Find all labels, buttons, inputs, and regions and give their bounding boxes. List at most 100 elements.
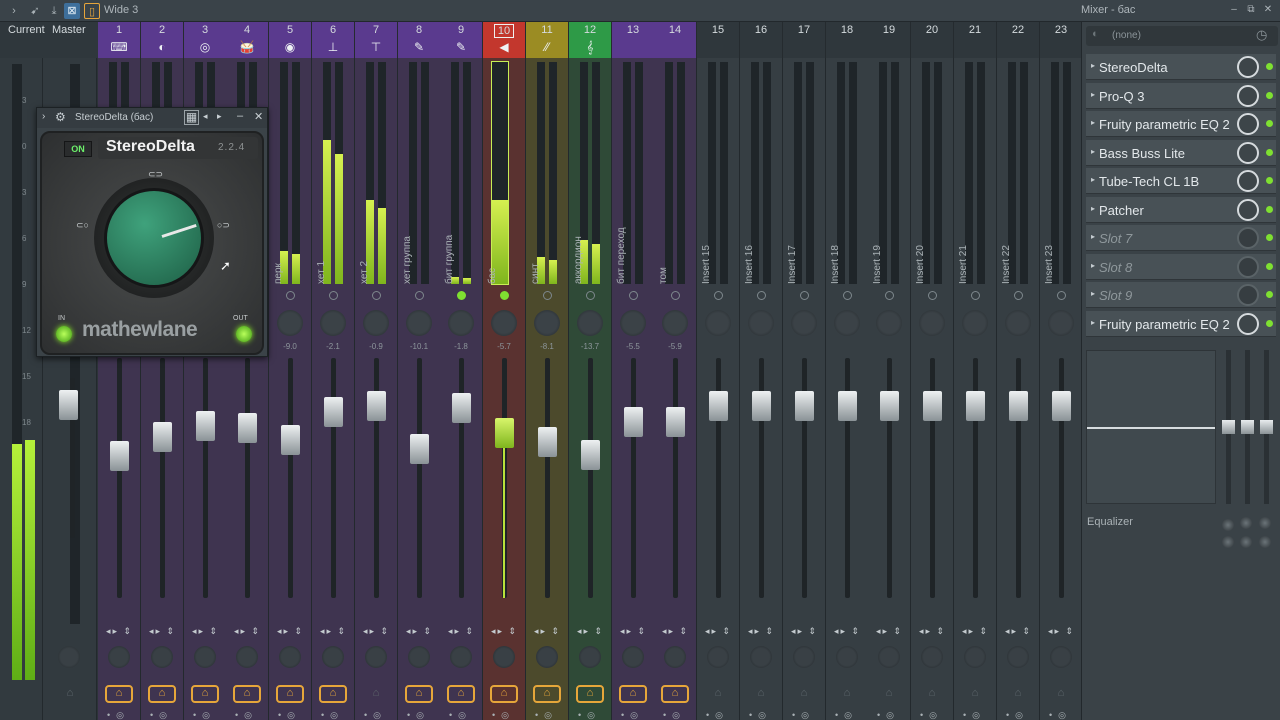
pan-knob[interactable] xyxy=(834,310,860,336)
route-to-master-button[interactable]: ⌂ xyxy=(319,685,347,703)
volume-fader[interactable] xyxy=(495,418,514,448)
swap-channels-icon[interactable]: ◂▸ ⇕ xyxy=(919,626,946,637)
pan-knob[interactable] xyxy=(448,310,474,336)
stereo-separation-knob[interactable] xyxy=(878,646,900,668)
swap-channels-icon[interactable]: ◂▸ ⇕ xyxy=(1048,626,1075,637)
stereo-separation-knob[interactable] xyxy=(493,646,515,668)
mixer-strip-21[interactable]: Insert 21 ◂▸ ⇕ ⌂ •◎ xyxy=(954,58,997,720)
close-icon[interactable]: ✕ xyxy=(254,110,263,123)
record-arm-icon[interactable] xyxy=(971,291,980,300)
mixer-strip-15[interactable]: Insert 15 ◂▸ ⇕ ⌂ •◎ xyxy=(697,58,740,720)
volume-fader[interactable] xyxy=(367,391,386,421)
swap-channels-icon[interactable]: ◂▸ ⇕ xyxy=(534,626,561,637)
stereo-separation-knob[interactable] xyxy=(750,646,772,668)
volume-fader[interactable] xyxy=(153,422,172,452)
volume-fader[interactable] xyxy=(624,407,643,437)
phase-icon[interactable]: •◎ xyxy=(1049,710,1072,720)
mixer-strip-7[interactable]: хет 2 -0.9 ◂▸ ⇕ ⌂ •◎ xyxy=(355,58,398,720)
volume-fader[interactable] xyxy=(196,411,215,441)
volume-fader[interactable] xyxy=(795,391,814,421)
eq-knob-4[interactable] xyxy=(1222,536,1234,548)
record-arm-icon[interactable] xyxy=(543,291,552,300)
stereo-separation-knob[interactable] xyxy=(579,646,601,668)
channel-tab-23[interactable]: 23 xyxy=(1040,22,1083,58)
record-arm-icon[interactable] xyxy=(1057,291,1066,300)
record-arm-icon[interactable] xyxy=(457,291,466,300)
prev-preset-icon[interactable]: ◂ xyxy=(203,111,208,122)
stereo-separation-knob[interactable] xyxy=(108,646,130,668)
slot-enable-led-icon[interactable] xyxy=(1266,319,1273,327)
pan-knob[interactable] xyxy=(406,310,432,336)
strip-name[interactable]: Insert 15 xyxy=(701,245,712,284)
record-arm-icon[interactable] xyxy=(586,291,595,300)
route-to-master-button[interactable]: ⌂ xyxy=(918,685,946,703)
pan-knob[interactable] xyxy=(1005,310,1031,336)
strip-name[interactable]: бит группа xyxy=(444,235,455,284)
route-to-master-button[interactable]: ⌂ xyxy=(148,685,176,703)
strip-name[interactable]: хет группа xyxy=(402,236,413,284)
mixer-strip-13[interactable]: бит переход -5.5 ◂▸ ⇕ ⌂ •◎ xyxy=(612,58,655,720)
slot-arrow-icon[interactable]: ▸ xyxy=(1091,261,1095,270)
delta-knob[interactable] xyxy=(104,188,204,288)
slot-enable-led-icon[interactable] xyxy=(1266,148,1273,156)
mixer-strip-11[interactable]: синт -8.1 ◂▸ ⇕ ⌂ •◎ xyxy=(526,58,569,720)
phase-icon[interactable]: •◎ xyxy=(877,710,900,720)
slot-mix-knob[interactable] xyxy=(1237,84,1259,107)
route-to-master-button[interactable]: ⌂ xyxy=(833,685,861,703)
channel-tab-12[interactable]: 12 𝄞 xyxy=(569,22,612,58)
current-label[interactable]: Current xyxy=(8,24,45,36)
strip-name[interactable]: Insert 20 xyxy=(915,245,926,284)
swap-channels-icon[interactable]: ◂▸ ⇕ xyxy=(234,626,261,637)
strip-name[interactable]: перк xyxy=(273,263,284,284)
insert-slot-4[interactable]: ▸ Bass Buss Lite xyxy=(1086,139,1276,166)
route-to-master-button[interactable]: ⌂ xyxy=(276,685,304,703)
route-to-master-button[interactable]: ⌂ xyxy=(1004,685,1032,703)
phase-icon[interactable]: •◎ xyxy=(321,710,344,720)
pan-knob[interactable] xyxy=(277,310,303,336)
volume-fader[interactable] xyxy=(581,440,600,470)
stereo-separation-knob[interactable] xyxy=(964,646,986,668)
volume-fader[interactable] xyxy=(838,391,857,421)
route-to-master-button[interactable]: ⌂ xyxy=(790,685,818,703)
pan-knob[interactable] xyxy=(620,310,646,336)
eq-knob-6[interactable] xyxy=(1259,536,1271,548)
layout-name[interactable]: Wide 3 xyxy=(104,4,138,16)
swap-channels-icon[interactable]: ◂▸ ⇕ xyxy=(748,626,775,637)
mixer-strip-6[interactable]: хет 1 -2.1 ◂▸ ⇕ ⌂ •◎ xyxy=(312,58,355,720)
mixer-strip-8[interactable]: хет группа -10.1 ◂▸ ⇕ ⌂ •◎ xyxy=(398,58,441,720)
stereo-separation-knob[interactable] xyxy=(279,646,301,668)
record-arm-icon[interactable] xyxy=(714,291,723,300)
pan-knob[interactable] xyxy=(363,310,389,336)
volume-fader[interactable] xyxy=(410,434,429,464)
swap-channels-icon[interactable]: ◂▸ ⇕ xyxy=(448,626,475,637)
route-to-master-button[interactable]: ⌂ xyxy=(405,685,433,703)
swap-channels-icon[interactable]: ◂▸ ⇕ xyxy=(834,626,861,637)
pan-knob[interactable] xyxy=(577,310,603,336)
stereo-separation-knob[interactable] xyxy=(622,646,644,668)
swap-channels-icon[interactable]: ◂▸ ⇕ xyxy=(1005,626,1032,637)
slot-mix-knob[interactable] xyxy=(1237,255,1259,278)
slot-arrow-icon[interactable]: ▸ xyxy=(1091,204,1095,213)
strip-name[interactable]: бит переход xyxy=(616,227,627,284)
strip-name[interactable]: синт xyxy=(530,263,541,284)
pan-knob[interactable] xyxy=(962,310,988,336)
swap-channels-icon[interactable]: ◂▸ ⇕ xyxy=(662,626,689,637)
panel-icon[interactable]: ▯ xyxy=(84,3,100,19)
plugin-titlebar[interactable]: › ⚙ StereoDelta (бас) ▦ ◂ ▸ – ✕ xyxy=(37,108,267,128)
download-icon[interactable]: ⤓ xyxy=(46,3,62,19)
channel-tab-21[interactable]: 21 xyxy=(954,22,997,58)
record-arm-icon[interactable] xyxy=(1014,291,1023,300)
phase-icon[interactable]: •◎ xyxy=(920,710,943,720)
phase-icon[interactable]: •◎ xyxy=(578,710,601,720)
stereo-separation-knob[interactable] xyxy=(322,646,344,668)
record-arm-icon[interactable] xyxy=(415,291,424,300)
route-to-master-button[interactable]: ⌂ xyxy=(576,685,604,703)
swap-channels-icon[interactable]: ◂▸ ⇕ xyxy=(876,626,903,637)
menu-arrow-icon[interactable]: › xyxy=(42,111,45,122)
channel-tab-10[interactable]: 10 ◀ xyxy=(483,22,526,58)
volume-fader[interactable] xyxy=(752,391,771,421)
slot-enable-led-icon[interactable] xyxy=(1266,177,1273,184)
eq-knob-2[interactable] xyxy=(1240,517,1252,529)
route-to-master-button[interactable]: ⌂ xyxy=(233,685,261,703)
record-arm-icon[interactable] xyxy=(629,291,638,300)
